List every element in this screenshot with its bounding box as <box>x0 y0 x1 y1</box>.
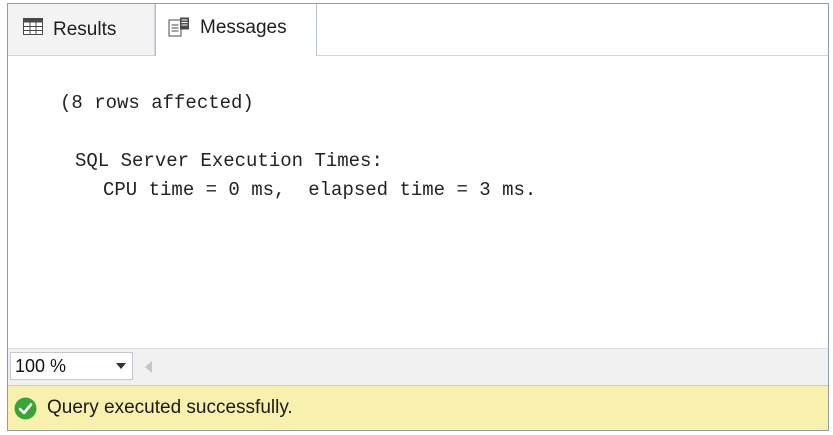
zoom-bar: 100 % <box>8 348 828 385</box>
rows-affected-text: (8 rows affected) <box>60 92 254 114</box>
execution-times-header: SQL Server Execution Times: <box>75 150 383 172</box>
execution-times-detail: CPU time = 0 ms, elapsed time = 3 ms. <box>103 179 537 201</box>
zoom-dropdown[interactable]: 100 % <box>10 352 133 380</box>
tab-results[interactable]: Results <box>8 4 155 55</box>
messages-icon <box>168 17 190 43</box>
tab-results-label: Results <box>53 18 117 40</box>
tab-messages[interactable]: Messages <box>155 4 317 57</box>
status-bar: Query executed successfully. <box>8 385 828 430</box>
scroll-left-icon[interactable] <box>141 356 155 378</box>
chevron-down-icon[interactable] <box>110 353 132 379</box>
results-tabstrip: Results Messages <box>8 4 828 57</box>
grid-icon <box>23 18 43 41</box>
check-circle-icon <box>14 397 37 420</box>
tab-messages-label: Messages <box>200 17 287 38</box>
status-message: Query executed successfully. <box>47 397 293 418</box>
messages-content[interactable]: (8 rows affected) SQL Server Execution T… <box>8 56 828 348</box>
zoom-value: 100 % <box>15 355 67 376</box>
query-results-pane: Results Messages (8 rows affected) SQL S… <box>7 3 829 431</box>
